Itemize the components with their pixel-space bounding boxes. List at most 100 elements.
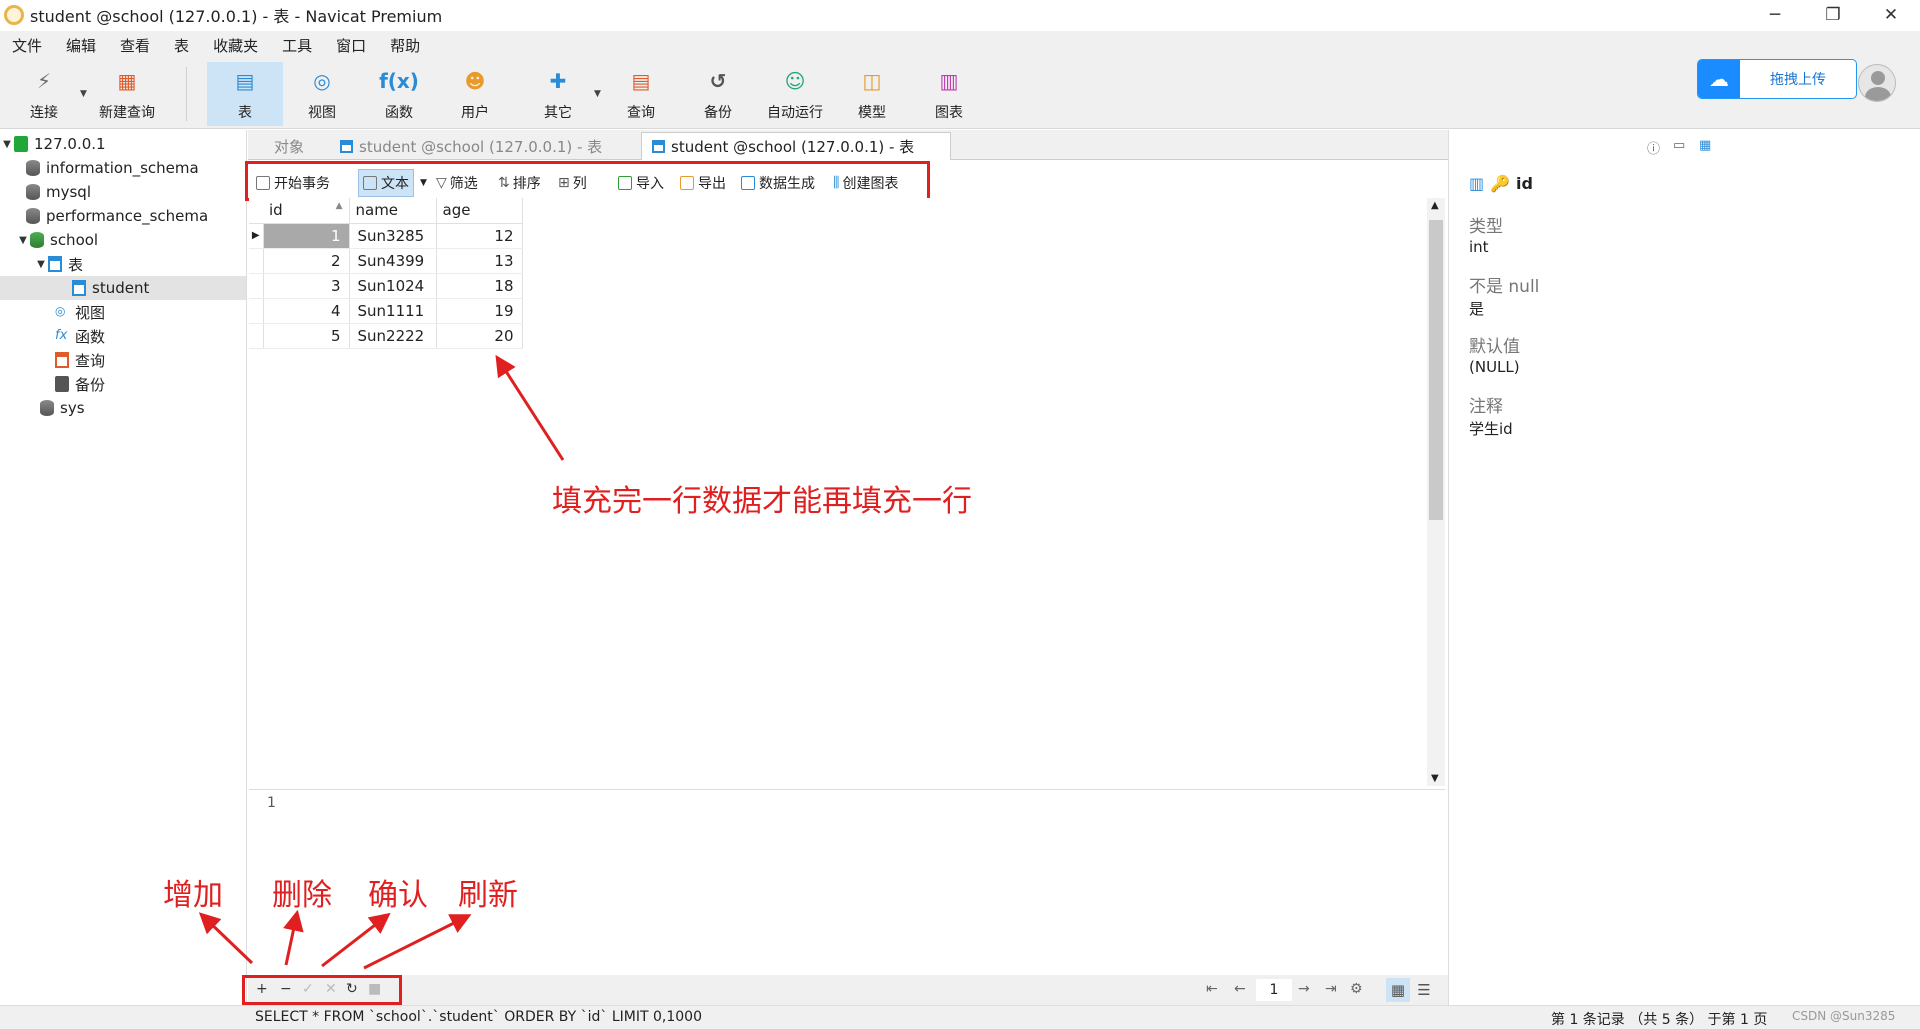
first-page-button[interactable]: ⇤ bbox=[1206, 981, 1218, 997]
tree-item-queries[interactable]: 查询 bbox=[0, 348, 246, 372]
other-dropdown-icon[interactable]: ▼ bbox=[594, 89, 601, 99]
chevron-down-icon[interactable]: ▼ bbox=[16, 235, 30, 246]
page-number-field[interactable]: 1 bbox=[1256, 979, 1292, 1001]
connect-dropdown-icon[interactable]: ▼ bbox=[80, 89, 87, 99]
database-icon bbox=[30, 232, 44, 248]
cell[interactable]: 20 bbox=[436, 323, 523, 349]
tree-item-database-school[interactable]: ▼ school bbox=[0, 228, 246, 252]
table-row[interactable]: ▶ 1 Sun3285 12 bbox=[249, 223, 523, 249]
restore-button[interactable]: ❐ bbox=[1804, 0, 1862, 30]
status-sql: SELECT * FROM `school`.`student` ORDER B… bbox=[255, 1009, 702, 1025]
column-header-age[interactable]: age bbox=[436, 198, 523, 224]
cell[interactable]: 12 bbox=[436, 223, 523, 249]
menu-table[interactable]: 表 bbox=[162, 35, 201, 56]
avatar[interactable] bbox=[1858, 64, 1896, 102]
toolbar-automation-button[interactable]: ☺ 自动运行 bbox=[757, 62, 833, 126]
navicat-logo-icon bbox=[4, 5, 24, 25]
tree-item-views[interactable]: ◎ 视图 bbox=[0, 300, 246, 324]
info-icon[interactable]: ⓘ bbox=[1647, 138, 1660, 157]
field-properties-icon[interactable]: ▦ bbox=[1699, 138, 1711, 153]
cloud-upload-button[interactable]: ☁ 拖拽上传 bbox=[1697, 59, 1857, 99]
menu-window[interactable]: 窗口 bbox=[324, 35, 378, 56]
tree-item-tables[interactable]: ▼ 表 bbox=[0, 252, 246, 276]
database-icon bbox=[26, 208, 40, 224]
tree-item-server[interactable]: ▼ 127.0.0.1 bbox=[0, 132, 246, 156]
toolbar-connect-button[interactable]: ⚡ 连接 bbox=[8, 62, 80, 126]
tab-student-2[interactable]: student @school (127.0.0.1) - 表 bbox=[641, 132, 951, 160]
cell[interactable]: Sun1111 bbox=[349, 298, 437, 324]
annotation-add: 增加 bbox=[163, 878, 223, 913]
table-row[interactable]: 4 Sun1111 19 bbox=[249, 298, 523, 324]
chevron-down-icon[interactable]: ▼ bbox=[0, 139, 14, 150]
cloud-icon: ☁ bbox=[1698, 60, 1740, 98]
menu-favorites[interactable]: 收藏夹 bbox=[201, 35, 270, 56]
function-icon: fx bbox=[55, 328, 68, 343]
last-page-button[interactable]: ⇥ bbox=[1325, 981, 1337, 997]
cell[interactable]: Sun2222 bbox=[349, 323, 437, 349]
scroll-up-icon[interactable]: ▲ bbox=[1431, 200, 1439, 211]
table-row[interactable]: 2 Sun4399 13 bbox=[249, 248, 523, 274]
menu-file[interactable]: 文件 bbox=[0, 35, 54, 56]
table-icon bbox=[72, 280, 86, 296]
tree-item-backups[interactable]: 备份 bbox=[0, 372, 246, 396]
tree-item-student[interactable]: student bbox=[0, 276, 246, 300]
cell[interactable]: 1 bbox=[263, 223, 350, 249]
tree-item-database[interactable]: performance_schema bbox=[0, 204, 246, 228]
next-page-button[interactable]: → bbox=[1298, 981, 1310, 997]
minimize-button[interactable]: ─ bbox=[1746, 0, 1804, 30]
close-button[interactable]: ✕ bbox=[1862, 0, 1920, 30]
prev-page-button[interactable]: ← bbox=[1234, 981, 1246, 997]
cell[interactable]: 3 bbox=[263, 273, 350, 299]
menu-view[interactable]: 查看 bbox=[108, 35, 162, 56]
chevron-down-icon[interactable]: ▼ bbox=[34, 259, 48, 270]
toolbar-new-query-button[interactable]: ▦ 新建查询 bbox=[90, 62, 164, 126]
cell[interactable]: Sun4399 bbox=[349, 248, 437, 274]
toolbar-chart-button[interactable]: ▥ 图表 bbox=[913, 62, 985, 126]
cell[interactable]: 19 bbox=[436, 298, 523, 324]
tab-student-1[interactable]: student @school (127.0.0.1) - 表 bbox=[330, 132, 612, 160]
user-icon: ☻ bbox=[464, 69, 486, 93]
prop-label: 类型 bbox=[1469, 217, 1503, 237]
form-view-icon[interactable]: ☰ bbox=[1412, 978, 1436, 1002]
grid-view-icon[interactable]: ▦ bbox=[1386, 978, 1410, 1002]
toolbar-highlight-box bbox=[245, 161, 930, 201]
tree-item-functions[interactable]: fx 函数 bbox=[0, 324, 246, 348]
toolbar-function-button[interactable]: f(x) 函数 bbox=[363, 62, 435, 126]
scrollbar-thumb[interactable] bbox=[1429, 220, 1443, 520]
view-icon: ◎ bbox=[313, 69, 331, 93]
ddl-icon[interactable]: ▭ bbox=[1673, 138, 1685, 153]
value-preview[interactable]: 1 bbox=[249, 789, 1445, 975]
toolbar-backup-button[interactable]: ↺ 备份 bbox=[682, 62, 754, 126]
scroll-down-icon[interactable]: ▼ bbox=[1431, 773, 1439, 784]
cell[interactable]: 2 bbox=[263, 248, 350, 274]
cell[interactable]: 18 bbox=[436, 273, 523, 299]
toolbar-model-button[interactable]: ◫ 模型 bbox=[836, 62, 908, 126]
tree-item-database[interactable]: sys bbox=[0, 396, 246, 420]
tree-item-database[interactable]: information_schema bbox=[0, 156, 246, 180]
grid-scrollbar[interactable]: ▲ ▼ bbox=[1427, 198, 1445, 786]
menu-tools[interactable]: 工具 bbox=[270, 35, 324, 56]
settings-icon[interactable]: ⚙ bbox=[1350, 981, 1363, 997]
cell[interactable]: Sun1024 bbox=[349, 273, 437, 299]
toolbar-user-button[interactable]: ☻ 用户 bbox=[439, 62, 511, 126]
cell[interactable]: 5 bbox=[263, 323, 350, 349]
column-header-id[interactable]: id ▲ bbox=[263, 198, 350, 224]
toolbar-table-button[interactable]: ▤ 表 bbox=[207, 62, 283, 126]
server-icon bbox=[14, 136, 28, 152]
cell[interactable]: Sun3285 bbox=[349, 223, 437, 249]
table-row[interactable]: 5 Sun2222 20 bbox=[249, 323, 523, 349]
column-icon: ▥ bbox=[1469, 174, 1485, 193]
database-icon bbox=[26, 160, 40, 176]
toolbar-view-button[interactable]: ◎ 视图 bbox=[286, 62, 358, 126]
cell[interactable]: 4 bbox=[263, 298, 350, 324]
tab-objects[interactable]: 对象 bbox=[264, 132, 314, 160]
menu-edit[interactable]: 编辑 bbox=[54, 35, 108, 56]
table-row[interactable]: 3 Sun1024 18 bbox=[249, 273, 523, 299]
menu-help[interactable]: 帮助 bbox=[378, 35, 432, 56]
toolbar-query-button[interactable]: ▤ 查询 bbox=[605, 62, 677, 126]
tree-item-database[interactable]: mysql bbox=[0, 180, 246, 204]
prop-value: int bbox=[1469, 238, 1489, 256]
toolbar-other-button[interactable]: ✚ 其它 bbox=[522, 62, 594, 126]
cell[interactable]: 13 bbox=[436, 248, 523, 274]
column-header-name[interactable]: name bbox=[349, 198, 437, 224]
